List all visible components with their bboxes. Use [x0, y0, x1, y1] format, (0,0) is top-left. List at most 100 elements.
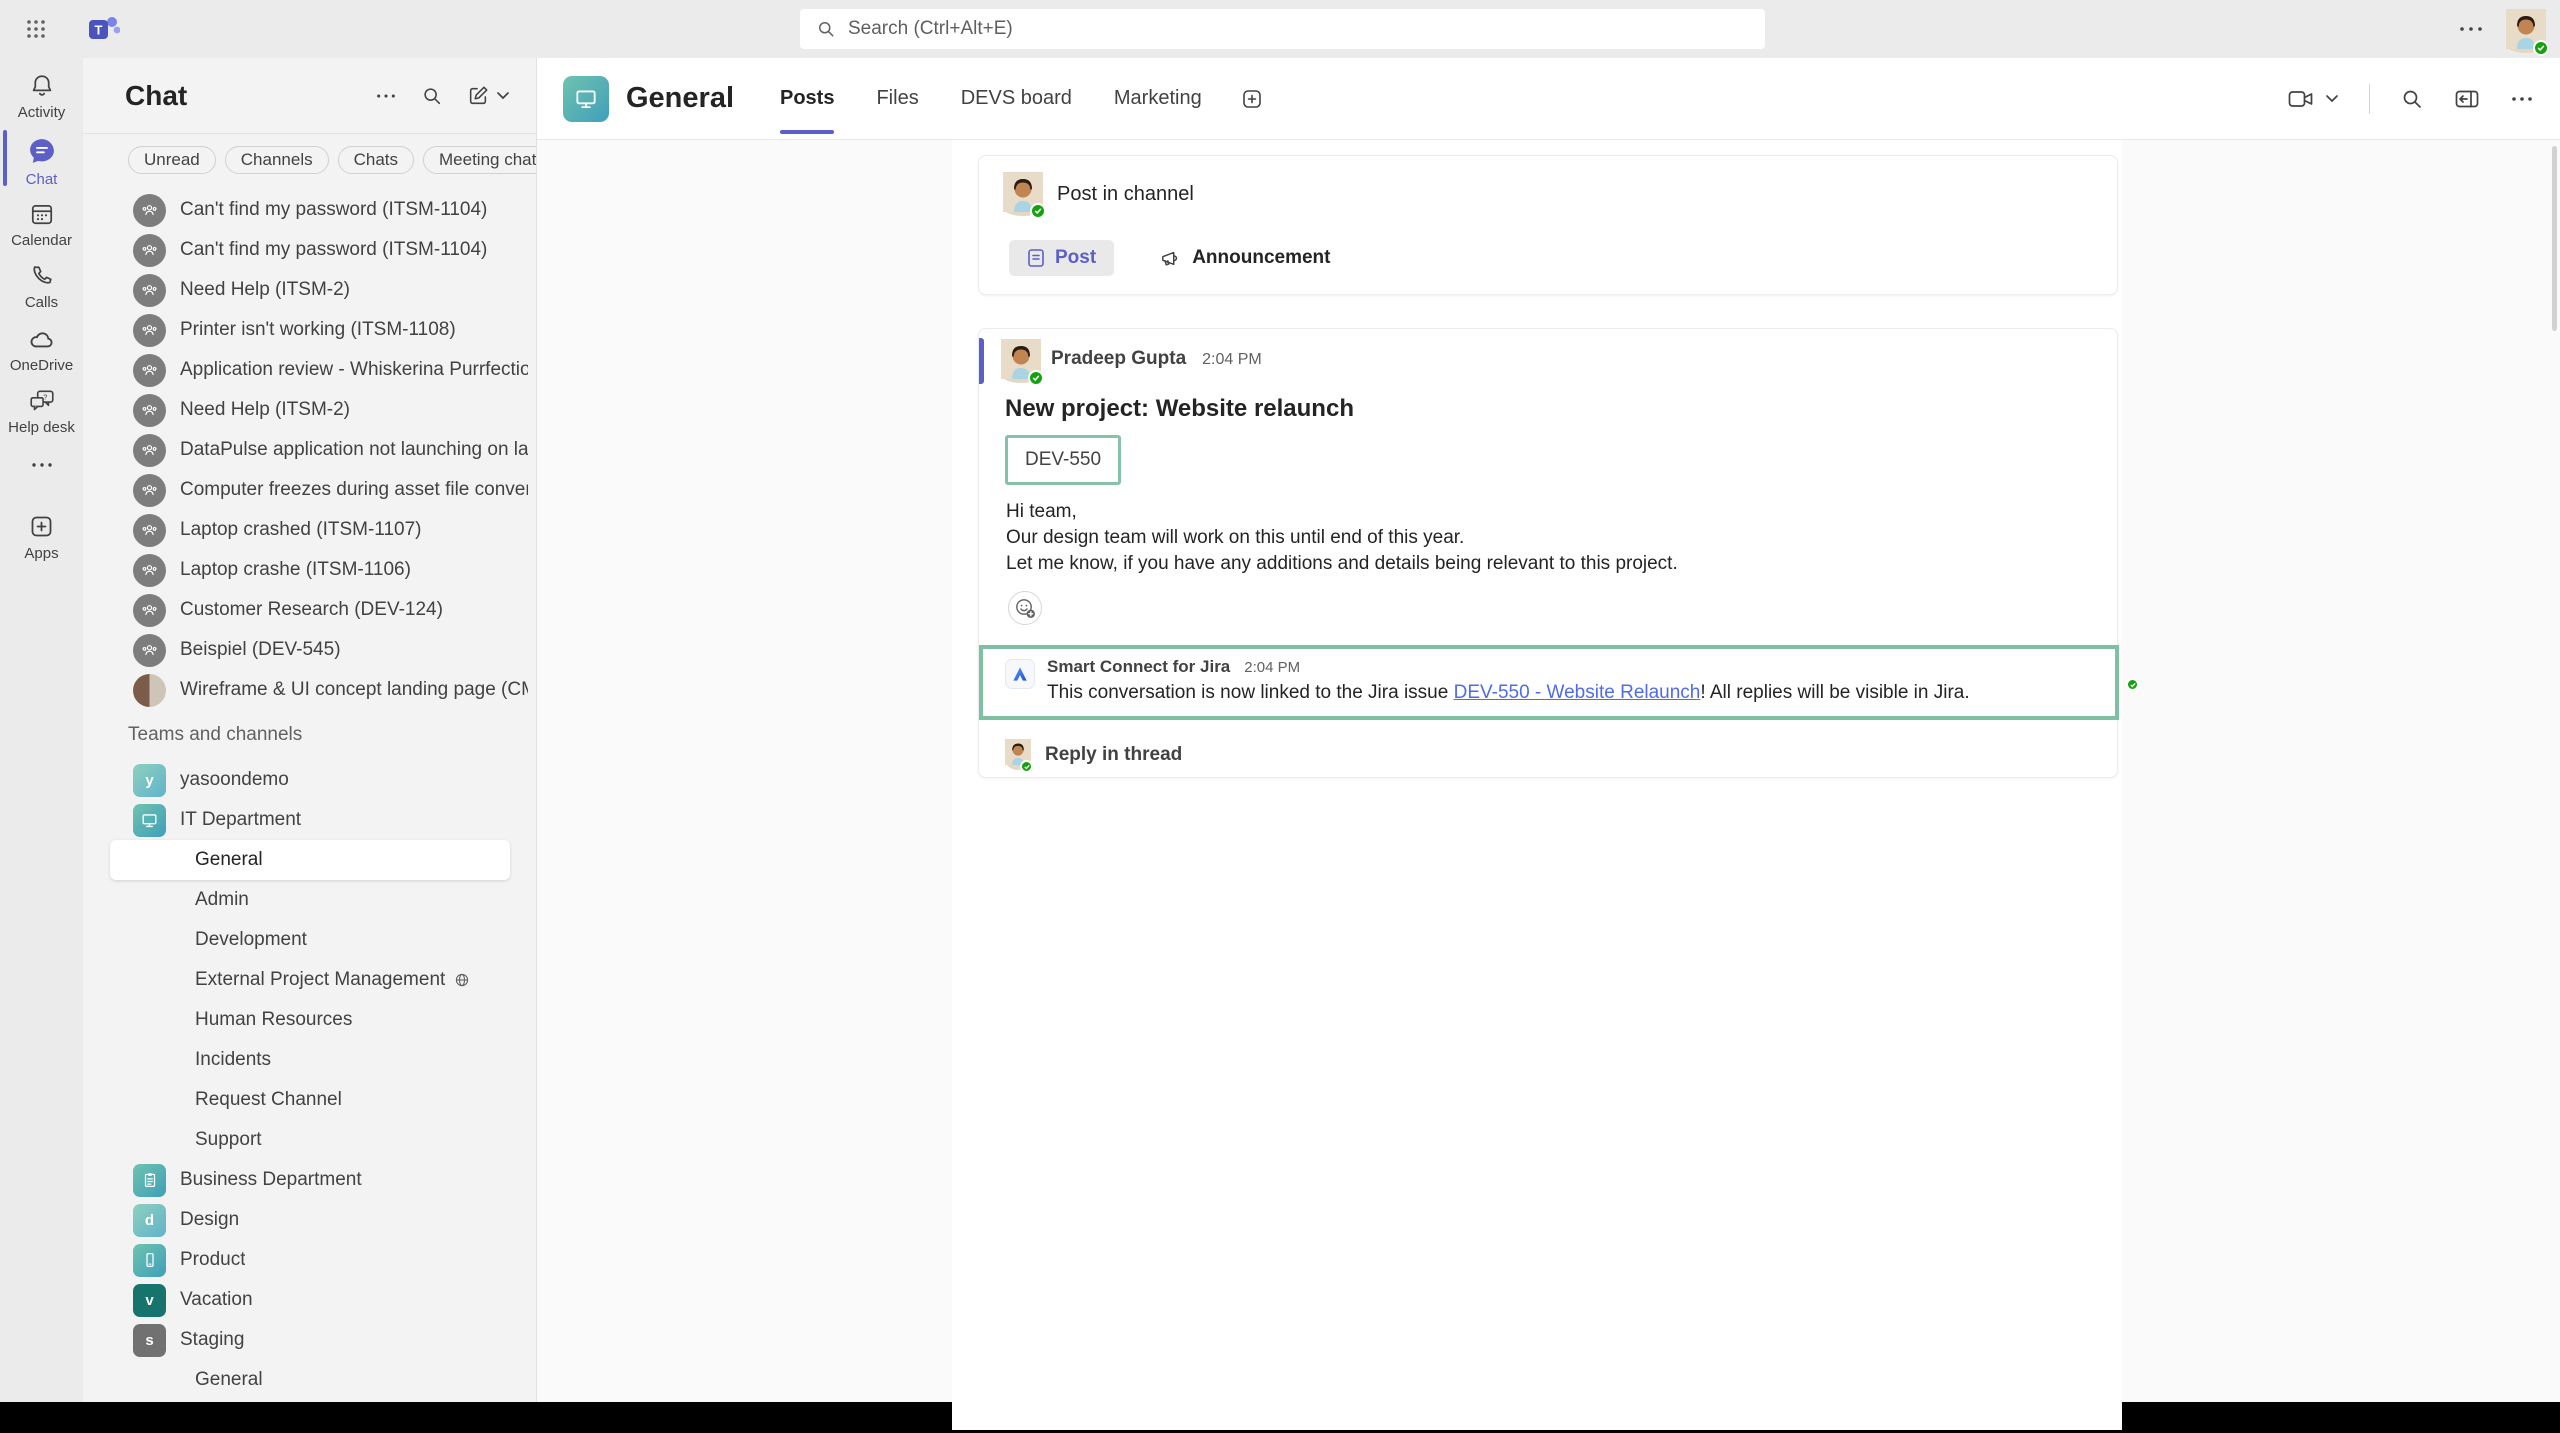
channel-tabs: Posts Files DEVS board Marketing	[780, 58, 1202, 139]
jira-issue-key-box[interactable]: DEV-550	[1005, 435, 1121, 485]
chat-list-item[interactable]: Laptop crashed (ITSM-1107)	[83, 510, 537, 550]
new-chat-button[interactable]	[467, 85, 510, 107]
channel-item-request-channel[interactable]: Request Channel	[83, 1080, 537, 1120]
channel-item-staging-general[interactable]: General	[83, 1360, 537, 1400]
team-item-design[interactable]: d Design	[83, 1200, 537, 1240]
body-line: Hi team,	[1006, 499, 1678, 525]
tab-posts[interactable]: Posts	[780, 58, 834, 139]
tab-files[interactable]: Files	[876, 58, 918, 139]
search-icon	[816, 19, 836, 39]
chat-list-item[interactable]: Customer Research (DEV-124)	[83, 590, 537, 630]
team-avatar: s	[133, 1324, 166, 1357]
chat-list-item[interactable]: Printer isn't working (ITSM-1108)	[83, 310, 537, 350]
team-item-staging[interactable]: s Staging	[83, 1320, 537, 1360]
group-avatar	[133, 474, 166, 507]
chat-list-item[interactable]: Can't find my password (ITSM-1104)	[83, 190, 537, 230]
vertical-scrollbar[interactable]	[2552, 146, 2557, 331]
rail-item-chat[interactable]: Chat	[0, 136, 83, 188]
team-item-yasoondemo[interactable]: y yasoondemo	[83, 760, 537, 800]
chat-list-item[interactable]: Wireframe & UI concept landing page (CM.…	[83, 670, 537, 710]
add-tab-button[interactable]	[1240, 87, 1264, 111]
group-avatar	[133, 354, 166, 387]
team-item-vacation[interactable]: v Vacation	[83, 1280, 537, 1320]
channel-more-icon[interactable]	[2510, 94, 2534, 104]
global-search-input[interactable]: Search (Ctrl+Alt+E)	[800, 9, 1765, 49]
channel-item-incidents[interactable]: Incidents	[83, 1040, 537, 1080]
bot-timestamp: 2:04 PM	[1244, 659, 1300, 676]
people-icon	[140, 601, 159, 620]
add-reaction-button[interactable]	[1008, 591, 1042, 625]
channel-item-admin[interactable]: Admin	[83, 880, 537, 920]
chat-list-item[interactable]: Need Help (ITSM-2)	[83, 270, 537, 310]
channel-header: General Posts Files DEVS board Marketing	[537, 58, 2560, 140]
channel-item-external-project-management[interactable]: External Project Management	[83, 960, 537, 1000]
tab-devs-board[interactable]: DEVS board	[961, 58, 1072, 139]
team-item-product[interactable]: Product	[83, 1240, 537, 1280]
meet-now-button[interactable]	[2287, 88, 2339, 110]
compose-icon	[467, 85, 489, 107]
sidebar-title: Chat	[125, 80, 375, 112]
jira-issue-link[interactable]: DEV-550 - Website Relaunch	[1454, 682, 1701, 703]
svg-text:?: ?	[43, 392, 47, 401]
channel-item-human-resources[interactable]: Human Resources	[83, 1000, 537, 1040]
rail-item-apps[interactable]: Apps	[0, 513, 83, 562]
announcement-button[interactable]: Announcement	[1160, 247, 1330, 269]
presence-available-icon	[1020, 760, 1033, 773]
rail-more-apps-button[interactable]	[0, 460, 83, 470]
post-in-channel-prompt[interactable]: Post in channel	[1057, 183, 1194, 206]
chat-list-item[interactable]: Can't find my password (ITSM-1104)	[83, 230, 537, 270]
body-line: Our design team will work on this until …	[1006, 525, 1678, 551]
chat-list-item[interactable]: Beispiel (DEV-545)	[83, 630, 537, 670]
group-avatar	[133, 554, 166, 587]
filter-meeting-chats[interactable]: Meeting chats	[423, 146, 537, 174]
channel-item-development[interactable]: Development	[83, 920, 537, 960]
author-name[interactable]: Pradeep Gupta	[1051, 348, 1186, 370]
rail-item-onedrive[interactable]: OneDrive	[0, 328, 83, 374]
more-dots-icon	[30, 460, 54, 470]
group-avatar	[133, 314, 166, 347]
chat-list-item[interactable]: Computer freezes during asset file conve…	[83, 470, 537, 510]
filter-chats[interactable]: Chats	[338, 146, 414, 174]
unread-indicator	[979, 338, 984, 384]
message-timestamp: 2:04 PM	[1202, 351, 1262, 369]
filter-unread[interactable]: Unread	[128, 146, 216, 174]
group-avatar	[133, 394, 166, 427]
channel-search-icon[interactable]	[2400, 87, 2424, 111]
channel-item-general-selected[interactable]: General	[110, 840, 510, 880]
chat-list-item[interactable]: DataPulse application not launching on l…	[83, 430, 537, 470]
channel-item-support[interactable]: Support	[83, 1120, 537, 1160]
post-button[interactable]: Post	[1009, 240, 1114, 276]
sidebar-search-icon[interactable]	[421, 85, 443, 107]
group-avatar	[133, 514, 166, 547]
body-line: Let me know, if you have any additions a…	[1006, 551, 1678, 577]
monitor-icon	[573, 86, 599, 112]
chat-list-item[interactable]: Laptop crashe (ITSM-1106)	[83, 550, 537, 590]
open-pane-icon[interactable]	[2454, 87, 2480, 111]
tab-marketing[interactable]: Marketing	[1114, 58, 1202, 139]
people-icon	[140, 361, 159, 380]
people-icon	[140, 201, 159, 220]
rail-item-calendar[interactable]: Calendar	[0, 201, 83, 249]
profile-avatar[interactable]	[2506, 36, 2546, 53]
rail-item-calls[interactable]: Calls	[0, 263, 83, 311]
sidebar-more-icon[interactable]	[375, 91, 397, 101]
reply-in-thread-button[interactable]: Reply in thread	[1005, 739, 1182, 771]
chat-list-item[interactable]: Application review - Whiskerina Purrfect…	[83, 350, 537, 390]
team-item-it-department[interactable]: IT Department	[83, 800, 537, 840]
bot-name: Smart Connect for Jira	[1047, 657, 1230, 677]
presence-available-icon	[2126, 678, 2139, 691]
search-placeholder: Search (Ctrl+Alt+E)	[848, 18, 1013, 40]
author-avatar[interactable]	[1001, 366, 1041, 383]
team-item-business-department[interactable]: Business Department	[83, 1160, 537, 1200]
teams-logo-icon: T	[86, 13, 120, 50]
rail-item-activity[interactable]: Activity	[0, 73, 83, 121]
rail-item-help-desk[interactable]: ? Help desk	[0, 388, 83, 436]
chat-list-item[interactable]: Need Help (ITSM-2)	[83, 390, 537, 430]
chevron-down-icon	[496, 91, 510, 100]
titlebar-more-button[interactable]	[2458, 22, 2484, 41]
teams-and-channels-header: Teams and channels	[83, 710, 537, 760]
filter-channels[interactable]: Channels	[225, 146, 329, 174]
rail-label: Calls	[25, 294, 58, 311]
app-launcher-button[interactable]	[24, 17, 48, 46]
presence-available-icon	[1030, 203, 1046, 219]
